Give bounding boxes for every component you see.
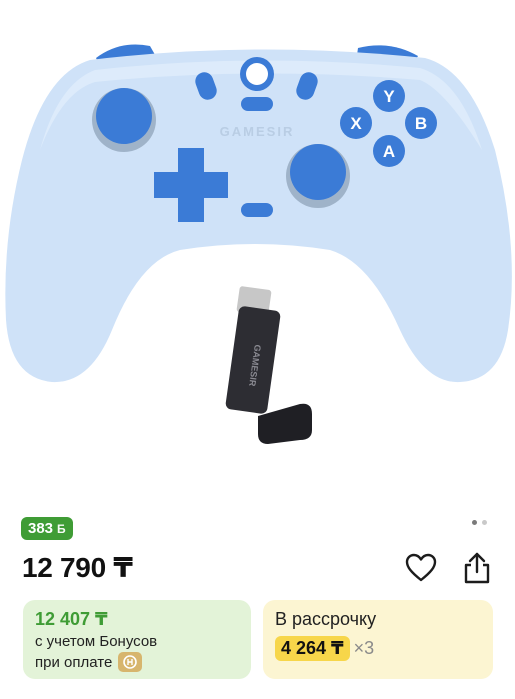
left-stick — [96, 88, 152, 144]
payment-method-icon — [118, 652, 143, 672]
home-logo — [246, 63, 268, 85]
product-price: 12 790 ₸ — [22, 552, 133, 583]
product-image[interactable]: GAMESIR Y X B A GAMESIR — [0, 0, 515, 505]
y-label: Y — [383, 87, 395, 106]
gamepad-illustration: GAMESIR Y X B A GAMESIR — [5, 44, 512, 444]
bonus-price-card[interactable]: 12 407 ₸ с учетом Бонусов при оплате — [23, 600, 251, 679]
brand-logo: GAMESIR — [220, 124, 295, 139]
usb-receiver: GAMESIR — [225, 286, 312, 444]
x-label: X — [350, 114, 362, 133]
share-icon — [464, 552, 490, 584]
heart-icon — [405, 553, 437, 582]
bonus-currency-icon: Б — [57, 521, 66, 536]
capture-button — [241, 97, 273, 111]
bonus-badge: 383 Б — [21, 517, 73, 540]
installment-amount: 4 264 ₸ — [275, 636, 350, 661]
bonus-payment-note: при оплате — [35, 653, 113, 671]
bonus-payment-line: при оплате — [35, 652, 239, 672]
bonus-price: 12 407 ₸ — [35, 609, 108, 629]
a-label: A — [383, 142, 395, 161]
bonus-badge-amount: 383 — [28, 520, 54, 537]
b-label: B — [415, 114, 427, 133]
installment-multiplier: ×3 — [353, 638, 375, 658]
gallery-dot-active[interactable] — [472, 520, 477, 525]
right-stick — [290, 144, 346, 200]
installment-card[interactable]: В рассрочку 4 264 ₸ ×3 — [263, 600, 493, 679]
share-button[interactable] — [461, 551, 493, 585]
gallery-dot[interactable] — [482, 520, 487, 525]
bonus-price-note: с учетом Бонусов — [35, 633, 158, 650]
favorite-button[interactable] — [405, 553, 437, 583]
installment-title: В рассрочку — [275, 609, 377, 629]
installment-row: 4 264 ₸ ×3 — [275, 636, 481, 661]
share-key — [241, 203, 273, 217]
gallery-dots[interactable] — [472, 520, 487, 525]
